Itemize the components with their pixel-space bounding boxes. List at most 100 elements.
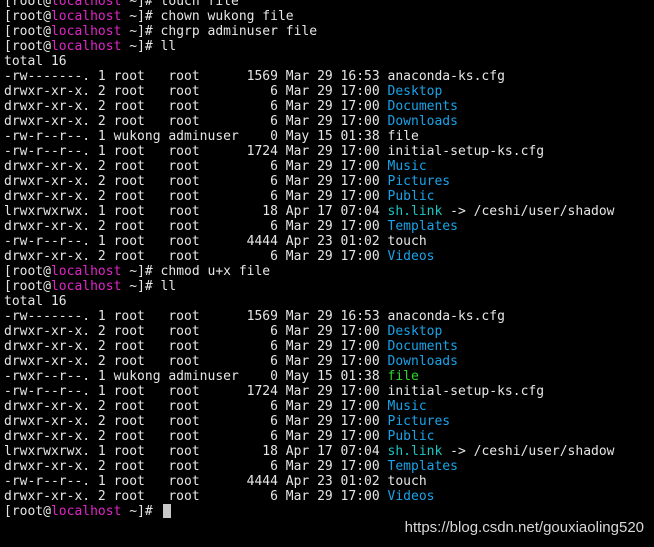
current-prompt-line[interactable]: [root@localhost ~]#: [4, 504, 615, 519]
terminal-line: -rw-r--r--. 1 wukong adminuser 0 May 15 …: [4, 129, 615, 144]
terminal-line: -rw-r--r--. 1 root root 1724 Mar 29 17:0…: [4, 144, 615, 159]
line-text: initial-setup-ks.cfg: [387, 384, 545, 399]
terminal-window[interactable]: [root@localhost ~]# touch file [root@loca…: [0, 0, 654, 547]
line-text: drwxr-xr-x. 2 root root 6 Mar 29 17:00: [4, 249, 388, 264]
line-text: drwxr-xr-x. 2 root root 6 Mar 29 17:00: [4, 489, 388, 504]
prompt-suffix: ~]#: [121, 504, 161, 519]
terminal-line: -rwxr--r--. 1 wukong adminuser 0 May 15 …: [4, 369, 615, 384]
prompt-prefix: [root@: [4, 504, 51, 519]
watermark: https://blog.csdn.net/gouxiaoling520: [404, 519, 644, 536]
terminal-line: drwxr-xr-x. 2 root root 6 Mar 29 17:00 M…: [4, 159, 615, 174]
line-text: -> /ceshi/user/shadow: [442, 204, 615, 219]
line-text: total 16: [4, 54, 67, 69]
directory-name: Public: [387, 429, 435, 444]
directory-name: Documents: [387, 99, 458, 114]
terminal-line: [root@localhost ~]# touch file: [4, 0, 615, 9]
line-text: [root@: [4, 279, 51, 294]
line-text: file: [387, 129, 419, 144]
prompt-hostname: localhost: [50, 24, 122, 39]
terminal-line: drwxr-xr-x. 2 root root 6 Mar 29 17:00 T…: [4, 219, 615, 234]
line-text: [root@: [4, 0, 51, 9]
line-text: ~]# touch file: [121, 0, 239, 9]
terminal-line: lrwxrwxrwx. 1 root root 18 Apr 17 07:04 …: [4, 204, 615, 219]
line-text: ~]# chown wukong file: [121, 9, 294, 24]
line-text: -rw-------. 1 root root 1569 Mar 29 16:5…: [4, 309, 388, 324]
line-text: [root@: [4, 9, 51, 24]
line-text: drwxr-xr-x. 2 root root 6 Mar 29 17:00: [4, 354, 388, 369]
directory-name: Music: [387, 399, 427, 414]
line-text: [root@: [4, 39, 51, 54]
prompt-hostname: localhost: [50, 264, 122, 279]
line-text: lrwxrwxrwx. 1 root root 18 Apr 17 07:04: [4, 444, 388, 459]
terminal-output: [root@localhost ~]# touch file [root@loca…: [4, 0, 615, 519]
terminal-line: [root@localhost ~]# chgrp adminuser file: [4, 24, 615, 39]
line-text: touch: [387, 234, 427, 249]
terminal-line: drwxr-xr-x. 2 root root 6 Mar 29 17:00 P…: [4, 189, 615, 204]
directory-name: Documents: [387, 339, 458, 354]
terminal-line: [root@localhost ~]# ll: [4, 39, 615, 54]
line-text: ~]# chgrp adminuser file: [121, 24, 318, 39]
terminal-line: -rw-r--r--. 1 root root 4444 Apr 23 01:0…: [4, 474, 615, 489]
prompt-hostname: localhost: [50, 0, 122, 9]
line-text: drwxr-xr-x. 2 root root 6 Mar 29 17:00: [4, 219, 388, 234]
line-text: total 16: [4, 294, 67, 309]
terminal-line: lrwxrwxrwx. 1 root root 18 Apr 17 07:04 …: [4, 444, 615, 459]
text-cursor[interactable]: [162, 504, 171, 518]
terminal-line: drwxr-xr-x. 2 root root 6 Mar 29 17:00 D…: [4, 84, 615, 99]
directory-name: Templates: [387, 219, 458, 234]
line-text: -rw-r--r--. 1 root root 1724 Mar 29 17:0…: [4, 384, 388, 399]
directory-name: Downloads: [387, 354, 458, 369]
terminal-line: -rw-r--r--. 1 root root 4444 Apr 23 01:0…: [4, 234, 615, 249]
terminal-line: drwxr-xr-x. 2 root root 6 Mar 29 17:00 V…: [4, 489, 615, 504]
line-text: drwxr-xr-x. 2 root root 6 Mar 29 17:00: [4, 114, 388, 129]
terminal-line: drwxr-xr-x. 2 root root 6 Mar 29 17:00 P…: [4, 414, 615, 429]
terminal-line: drwxr-xr-x. 2 root root 6 Mar 29 17:00 P…: [4, 174, 615, 189]
directory-name: Videos: [387, 249, 435, 264]
line-text: -rw-r--r--. 1 root root 4444 Apr 23 01:0…: [4, 474, 388, 489]
line-text: drwxr-xr-x. 2 root root 6 Mar 29 17:00: [4, 324, 388, 339]
terminal-line: drwxr-xr-x. 2 root root 6 Mar 29 17:00 D…: [4, 339, 615, 354]
line-text: drwxr-xr-x. 2 root root 6 Mar 29 17:00: [4, 459, 388, 474]
directory-name: Pictures: [387, 414, 451, 429]
line-text: touch: [387, 474, 427, 489]
terminal-line: drwxr-xr-x. 2 root root 6 Mar 29 17:00 D…: [4, 114, 615, 129]
terminal-line: drwxr-xr-x. 2 root root 6 Mar 29 17:00 D…: [4, 354, 615, 369]
line-text: anaconda-ks.cfg: [387, 69, 505, 84]
terminal-line: drwxr-xr-x. 2 root root 6 Mar 29 17:00 D…: [4, 99, 615, 114]
line-text: drwxr-xr-x. 2 root root 6 Mar 29 17:00: [4, 159, 388, 174]
line-text: ~]# chmod u+x file: [121, 264, 271, 279]
line-text: -rw-r--r--. 1 wukong adminuser 0 May 15 …: [4, 129, 388, 144]
prompt-hostname: localhost: [50, 9, 122, 24]
directory-name: Downloads: [387, 114, 458, 129]
line-text: drwxr-xr-x. 2 root root 6 Mar 29 17:00: [4, 99, 388, 114]
directory-name: Desktop: [387, 84, 443, 99]
terminal-line: total 16: [4, 54, 615, 69]
terminal-line: [root@localhost ~]# ll: [4, 279, 615, 294]
prompt-hostname: localhost: [50, 279, 122, 294]
line-text: -rw-r--r--. 1 root root 4444 Apr 23 01:0…: [4, 234, 388, 249]
terminal-line: drwxr-xr-x. 2 root root 6 Mar 29 17:00 M…: [4, 399, 615, 414]
line-text: ~]# ll: [121, 279, 177, 294]
line-text: drwxr-xr-x. 2 root root 6 Mar 29 17:00: [4, 414, 388, 429]
terminal-line: -rw-r--r--. 1 root root 1724 Mar 29 17:0…: [4, 384, 615, 399]
line-text: drwxr-xr-x. 2 root root 6 Mar 29 17:00: [4, 174, 388, 189]
line-text: [root@: [4, 24, 51, 39]
line-text: -rwxr--r--. 1 wukong adminuser 0 May 15 …: [4, 369, 388, 384]
terminal-line: drwxr-xr-x. 2 root root 6 Mar 29 17:00 P…: [4, 429, 615, 444]
terminal-line: -rw-------. 1 root root 1569 Mar 29 16:5…: [4, 69, 615, 84]
directory-name: Music: [387, 159, 427, 174]
line-text: -rw-r--r--. 1 root root 1724 Mar 29 17:0…: [4, 144, 388, 159]
terminal-line: [root@localhost ~]# chown wukong file: [4, 9, 615, 24]
line-text: anaconda-ks.cfg: [387, 309, 505, 324]
line-text: initial-setup-ks.cfg: [387, 144, 545, 159]
symlink-name: sh.link: [387, 444, 443, 459]
terminal-line: total 16: [4, 294, 615, 309]
directory-name: Videos: [387, 489, 435, 504]
line-text: drwxr-xr-x. 2 root root 6 Mar 29 17:00: [4, 84, 388, 99]
line-text: drwxr-xr-x. 2 root root 6 Mar 29 17:00: [4, 429, 388, 444]
directory-name: Public: [387, 189, 435, 204]
symlink-name: sh.link: [387, 204, 443, 219]
executable-name: file: [387, 369, 419, 384]
terminal-line: [root@localhost ~]# chmod u+x file: [4, 264, 615, 279]
line-text: drwxr-xr-x. 2 root root 6 Mar 29 17:00: [4, 399, 388, 414]
